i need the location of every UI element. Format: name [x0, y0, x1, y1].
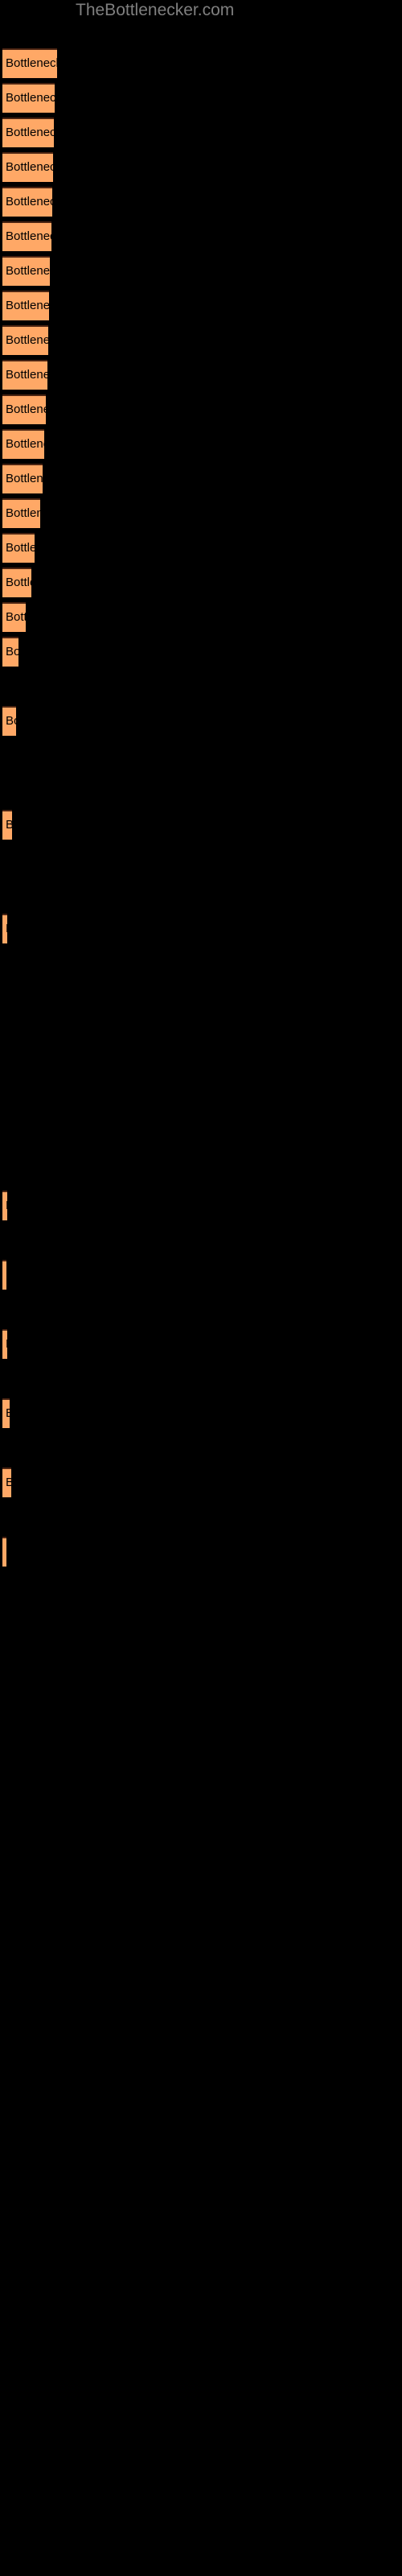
bar-label: Bottleneck result	[6, 1336, 7, 1352]
bar[interactable]: Bottleneck result	[2, 429, 44, 459]
bar[interactable]: Bottleneck result	[2, 118, 54, 147]
bar-label: Bottleneck result	[6, 264, 50, 278]
bar-row: Bottleneck result	[0, 325, 402, 355]
bar-label: Bottleneck result	[6, 541, 35, 555]
bar-row: Bottleneck result	[0, 1260, 402, 1290]
bar-row: Bottleneck result	[0, 256, 402, 286]
bar-row: Bottleneck result	[0, 1468, 402, 1497]
bar-row: Bottleneck result	[0, 1398, 402, 1428]
bar-label: Bottleneck result	[6, 195, 52, 208]
bar-label: Bottleneck result	[6, 714, 16, 728]
bar-label: Bottleneck result	[6, 333, 48, 347]
bar-label: Bottleneck result	[6, 1475, 11, 1491]
bar-label: Bottleneck result	[6, 817, 12, 833]
bar-label: Bottleneck result	[6, 368, 47, 382]
bar-row: Bottleneck result	[0, 187, 402, 217]
bar[interactable]: Bottleneck result	[2, 221, 51, 251]
bar-row: Bottleneck result	[0, 810, 402, 840]
bar-row: Bottleneck result	[0, 221, 402, 251]
bar[interactable]: Bottleneck result	[2, 568, 31, 597]
bar-row: Bottleneck result	[0, 429, 402, 459]
bar[interactable]: Bottleneck result	[2, 325, 48, 355]
bar-label: Bottleneck result	[6, 160, 53, 174]
bar[interactable]: Bottleneck result	[2, 152, 53, 182]
bar-row: Bottleneck result	[0, 1329, 402, 1359]
bar-row: Bottleneck result	[0, 498, 402, 528]
bar[interactable]: Bottleneck result	[2, 914, 7, 943]
bar[interactable]: Bottleneck result	[2, 1468, 11, 1497]
bar-label: Bottleneck result	[6, 126, 54, 139]
bar[interactable]: Bottleneck result	[2, 291, 49, 320]
bar-row: Bottleneck result	[0, 152, 402, 182]
bar-label: Bottleneck result	[6, 91, 55, 105]
bar-row: Bottleneck result	[0, 83, 402, 113]
bar-label: Bottleneck result	[6, 506, 40, 520]
bar-row: Bottleneck result	[0, 118, 402, 147]
bar-row: Bottleneck result	[0, 1537, 402, 1567]
bar[interactable]: Bottleneck result	[2, 498, 40, 528]
bar-row: Bottleneck result	[0, 706, 402, 736]
bar[interactable]: Bottleneck result	[2, 394, 46, 424]
bar-row: Bottleneck result	[0, 533, 402, 563]
bar[interactable]: Bottleneck result	[2, 1537, 6, 1567]
bar[interactable]: Bottleneck result	[2, 48, 57, 78]
bar-label: Bottleneck result	[6, 1198, 7, 1214]
bottleneck-bar-chart: Bottleneck result Bottleneck result Bottle…	[0, 0, 402, 2576]
bar-label: Bottleneck result	[6, 576, 31, 589]
bar[interactable]: Bottleneck result	[2, 1398, 10, 1428]
bar[interactable]: Bottleneck result	[2, 602, 26, 632]
bar-row: Bottleneck result	[0, 568, 402, 597]
bar-row: Bottleneck result	[0, 291, 402, 320]
bar-row: Bottleneck result	[0, 464, 402, 493]
bar-label: Bottleneck result	[6, 610, 26, 624]
bar[interactable]: Bottleneck result	[2, 1329, 7, 1359]
bar[interactable]: Bottleneck result	[2, 533, 35, 563]
bar-label: Bottleneck result	[6, 402, 46, 416]
bar-label: Bottleneck result	[6, 437, 44, 451]
bar[interactable]: Bottleneck result	[2, 360, 47, 390]
bar-row: Bottleneck result	[0, 637, 402, 667]
bar[interactable]: Bottleneck result	[2, 256, 50, 286]
bar[interactable]: Bottleneck result	[2, 83, 55, 113]
bar[interactable]: Bottleneck result	[2, 810, 12, 840]
bar[interactable]: Bottleneck result	[2, 637, 18, 667]
bar-label: Bottleneck result	[6, 645, 18, 658]
bar-label: Bottleneck result	[6, 56, 57, 70]
bar-row: Bottleneck result	[0, 1191, 402, 1220]
bar[interactable]: Bottleneck result	[2, 464, 43, 493]
bar-label: Bottleneck result	[6, 229, 51, 243]
bar-row: Bottleneck result	[0, 914, 402, 943]
bar-row: Bottleneck result	[0, 602, 402, 632]
bar-row: Bottleneck result	[0, 394, 402, 424]
bar-label: Bottleneck result	[6, 921, 7, 937]
bar-label: Bottleneck result	[6, 1406, 10, 1422]
bar-label: Bottleneck result	[6, 299, 49, 312]
bar[interactable]: Bottleneck result	[2, 1260, 6, 1290]
bar-row: Bottleneck result	[0, 48, 402, 78]
bar[interactable]: Bottleneck result	[2, 706, 16, 736]
bar-row: Bottleneck result	[0, 360, 402, 390]
bar[interactable]: Bottleneck result	[2, 187, 52, 217]
bar[interactable]: Bottleneck result	[2, 1191, 7, 1220]
bar-label: Bottleneck result	[6, 472, 43, 485]
